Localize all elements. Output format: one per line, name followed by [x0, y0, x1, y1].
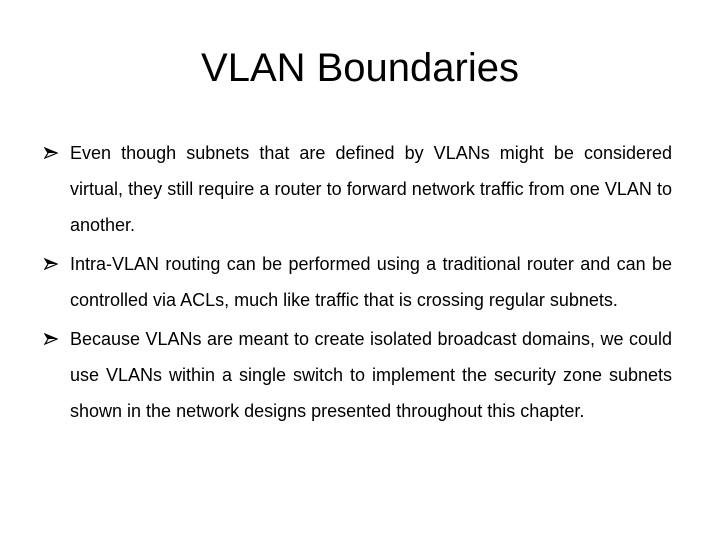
bullet-item: Intra-VLAN routing can be performed usin… — [43, 246, 672, 318]
bullet-text: Even though subnets that are defined by … — [70, 143, 672, 235]
bullet-item: Even though subnets that are defined by … — [43, 135, 672, 243]
slide: VLAN Boundaries Even though subnets that… — [0, 0, 720, 540]
bullet-text: Because VLANs are meant to create isolat… — [70, 329, 672, 421]
bullet-text: Intra-VLAN routing can be performed usin… — [70, 254, 672, 310]
arrowhead-bullet-icon — [43, 321, 62, 357]
bullet-list: Even though subnets that are defined by … — [43, 135, 672, 432]
arrowhead-bullet-icon — [43, 246, 62, 282]
arrowhead-bullet-icon — [43, 135, 62, 171]
slide-title: VLAN Boundaries — [201, 46, 519, 90]
bullet-item: Because VLANs are meant to create isolat… — [43, 321, 672, 429]
